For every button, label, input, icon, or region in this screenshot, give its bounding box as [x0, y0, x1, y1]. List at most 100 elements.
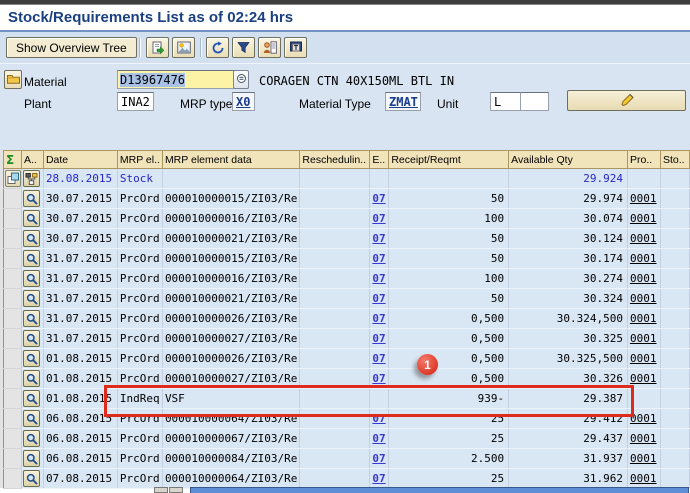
available-qty-cell: 31.937	[509, 449, 628, 469]
col-mrp-el[interactable]: MRP el..	[117, 151, 162, 169]
exception-link[interactable]: 07	[372, 212, 385, 225]
detail-magnifier-icon[interactable]	[23, 270, 40, 287]
detail-magnifier-icon[interactable]	[23, 230, 40, 247]
pro-link[interactable]: 0001	[630, 472, 657, 485]
pro-link[interactable]: 0001	[630, 272, 657, 285]
pro-link[interactable]: 0001	[630, 372, 657, 385]
available-qty-cell: 29.437	[509, 429, 628, 449]
sto-cell	[660, 269, 689, 289]
exception-link[interactable]: 07	[372, 372, 385, 385]
available-qty-cell: 31.962	[509, 469, 628, 489]
detail-magnifier-icon[interactable]	[23, 430, 40, 447]
refresh-button[interactable]	[206, 37, 229, 58]
exception-link[interactable]: 07	[372, 332, 385, 345]
graphic-view-button[interactable]	[172, 37, 195, 58]
filter-button[interactable]	[232, 37, 255, 58]
order-report-button[interactable]	[258, 37, 281, 58]
matchcode-button[interactable]	[233, 70, 249, 89]
mrp-type-field[interactable]: X0	[232, 92, 255, 111]
detail-magnifier-icon[interactable]	[23, 470, 40, 487]
exception-link[interactable]: 07	[372, 232, 385, 245]
pro-link[interactable]: 0001	[630, 192, 657, 205]
pegging-icon[interactable]	[5, 170, 21, 187]
row-detail-cell	[22, 429, 44, 449]
pro-link[interactable]: 0001	[630, 252, 657, 265]
pro-link[interactable]: 0001	[630, 412, 657, 425]
table-row: 28.08.2015Stock29.924	[4, 169, 690, 189]
hscroll-right-button[interactable]	[169, 487, 183, 493]
pro-link[interactable]: 0001	[630, 212, 657, 225]
sto-cell	[660, 229, 689, 249]
print-button[interactable]	[284, 37, 307, 58]
mrp-grid: Σ A..DateMRP el..MRP element dataResched…	[3, 150, 690, 489]
header-details-button[interactable]	[4, 70, 22, 89]
exception-link[interactable]: 07	[372, 272, 385, 285]
table-row: 01.08.2015PrcOrd000010000027/ZI03/Re070,…	[4, 369, 690, 389]
plant-field[interactable]: INA2	[117, 92, 154, 111]
exception-link[interactable]: 07	[372, 472, 385, 485]
row-detail-cell	[22, 189, 44, 209]
detail-magnifier-icon[interactable]	[23, 250, 40, 267]
sto-cell	[660, 469, 689, 489]
pro-link[interactable]: 0001	[630, 232, 657, 245]
exception-link[interactable]: 07	[372, 432, 385, 445]
row-detail-cell	[22, 369, 44, 389]
hierarchy-icon[interactable]	[23, 170, 40, 187]
edit-button[interactable]	[567, 90, 686, 111]
pro-link[interactable]: 0001	[630, 332, 657, 345]
unit-field-2[interactable]	[520, 92, 549, 111]
detail-magnifier-icon[interactable]	[23, 450, 40, 467]
unit-field[interactable]: L	[490, 92, 521, 111]
material-type-field[interactable]: ZMAT	[385, 92, 421, 111]
detail-magnifier-icon[interactable]	[23, 290, 40, 307]
receipt-reqmt-cell: 100	[389, 269, 509, 289]
detail-magnifier-icon[interactable]	[23, 370, 40, 387]
detail-magnifier-icon[interactable]	[23, 410, 40, 427]
detail-magnifier-icon[interactable]	[23, 390, 40, 407]
available-qty-cell: 30.325,500	[509, 349, 628, 369]
col-rescheduling[interactable]: Reschedulin..	[300, 151, 370, 169]
detail-magnifier-icon[interactable]	[23, 350, 40, 367]
row-select-cell	[4, 209, 22, 229]
available-qty-cell: 30.325	[509, 329, 628, 349]
col-available-qty[interactable]: Available Qty	[509, 151, 628, 169]
pro-link[interactable]: 0001	[630, 352, 657, 365]
exception-link[interactable]: 07	[372, 412, 385, 425]
detail-magnifier-icon[interactable]	[23, 310, 40, 327]
copy-list-button[interactable]	[146, 37, 169, 58]
col-exception[interactable]: E..	[370, 151, 389, 169]
date-cell: 31.07.2015	[43, 309, 117, 329]
exception-link[interactable]: 07	[372, 192, 385, 205]
exception-link[interactable]: 07	[372, 312, 385, 325]
col-sto[interactable]: Sto..	[660, 151, 689, 169]
pro-link[interactable]: 0001	[630, 432, 657, 445]
mrp-element-data-cell	[162, 169, 299, 189]
table-row: 07.08.2015PrcOrd000010000064/ZI03/Re0725…	[4, 469, 690, 489]
show-overview-tree-button[interactable]: Show Overview Tree	[6, 37, 137, 58]
col-date[interactable]: Date	[43, 151, 117, 169]
detail-magnifier-icon[interactable]	[23, 190, 40, 207]
exception-link[interactable]: 07	[372, 452, 385, 465]
exception-link[interactable]: 07	[372, 292, 385, 305]
pro-link[interactable]: 0001	[630, 452, 657, 465]
pro-link[interactable]: 0001	[630, 312, 657, 325]
window-edge-bar	[0, 0, 690, 5]
exception-link[interactable]: 07	[372, 252, 385, 265]
sum-header-cell[interactable]: Σ	[4, 151, 22, 169]
col-mrp-element-data[interactable]: MRP element data	[162, 151, 299, 169]
sigma-icon[interactable]: Σ	[6, 153, 14, 167]
exception-link[interactable]: 07	[372, 352, 385, 365]
pro-link[interactable]: 0001	[630, 292, 657, 305]
material-input[interactable]: D13967476	[117, 70, 235, 89]
grid-header-row: Σ A..DateMRP el..MRP element dataResched…	[4, 151, 690, 169]
row-select-cell	[4, 289, 22, 309]
col-receipt-reqmt[interactable]: Receipt/Reqmt	[389, 151, 509, 169]
detail-magnifier-icon[interactable]	[23, 210, 40, 227]
print-icon	[289, 41, 303, 54]
col-a[interactable]: A..	[22, 151, 44, 169]
detail-magnifier-icon[interactable]	[23, 330, 40, 347]
receipt-reqmt-cell: 50	[389, 229, 509, 249]
horizontal-scrollbar[interactable]	[190, 487, 689, 493]
col-pro[interactable]: Pro..	[628, 151, 661, 169]
hscroll-left-button[interactable]	[154, 487, 168, 493]
